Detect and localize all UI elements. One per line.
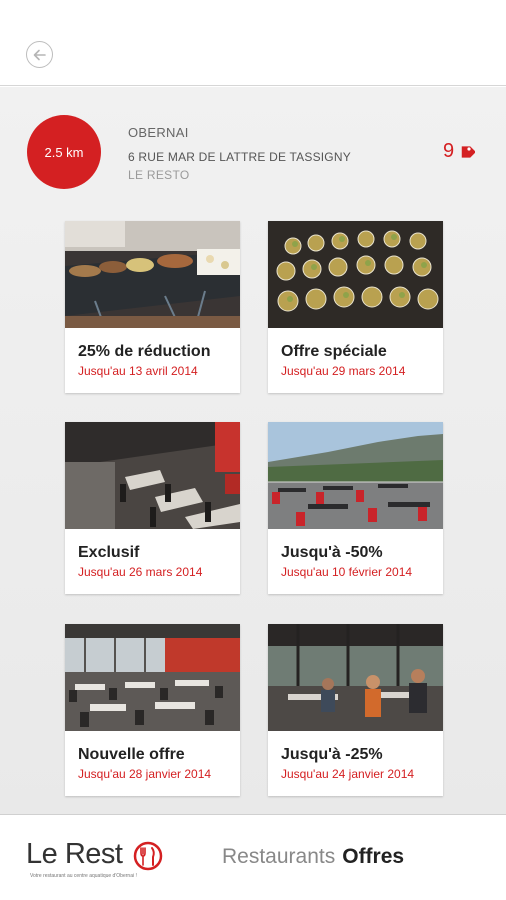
offer-title: Exclusif bbox=[78, 544, 140, 561]
offer-date: Jusqu'au 26 mars 2014 bbox=[78, 565, 203, 579]
fork-knife-logo-icon bbox=[133, 841, 163, 871]
offer-card[interactable]: Offre spéciale Jusqu'au 29 mars 2014 bbox=[268, 221, 443, 393]
offer-title: Nouvelle offre bbox=[78, 746, 185, 763]
back-button[interactable] bbox=[26, 41, 53, 68]
bottom-nav: Restaurants Offres bbox=[222, 845, 404, 869]
top-bar bbox=[0, 0, 506, 86]
offer-title: Jusqu'à -50% bbox=[281, 544, 383, 561]
tag-icon bbox=[461, 145, 476, 158]
buffet-photo bbox=[65, 221, 240, 328]
logo-text: Le Rest bbox=[26, 838, 123, 870]
distance-label: 2.5 km bbox=[44, 144, 84, 160]
restaurant-hall-photo bbox=[65, 624, 240, 731]
offer-card[interactable]: 25% de réduction Jusqu'au 13 avril 2014 bbox=[65, 221, 240, 393]
offer-title: 25% de réduction bbox=[78, 343, 211, 360]
terrace-photo bbox=[268, 422, 443, 529]
offer-card[interactable]: Jusqu'à -25% Jusqu'au 24 janvier 2014 bbox=[268, 624, 443, 796]
logo-tagline: Votre restaurant au centre aquatique d'O… bbox=[30, 873, 137, 879]
dining-room-photo bbox=[65, 422, 240, 529]
nav-offres-tab[interactable]: Offres bbox=[342, 845, 404, 869]
offers-content: 2.5 km OBERNAI 6 RUE MAR DE LATTRE DE TA… bbox=[0, 87, 506, 814]
offer-date: Jusqu'au 13 avril 2014 bbox=[78, 364, 198, 378]
offer-card[interactable]: Jusqu'à -50% Jusqu'au 10 février 2014 bbox=[268, 422, 443, 594]
offer-date: Jusqu'au 24 janvier 2014 bbox=[281, 767, 415, 781]
offer-date: Jusqu'au 29 mars 2014 bbox=[281, 364, 406, 378]
bottom-bar: Le Rest Votre restaurant au centre aquat… bbox=[0, 814, 506, 900]
restaurant-address: 6 RUE MAR DE LATTRE DE TASSIGNY bbox=[128, 150, 351, 164]
offer-date: Jusqu'au 10 février 2014 bbox=[281, 565, 413, 579]
distance-badge: 2.5 km bbox=[27, 115, 101, 189]
offer-card[interactable]: Exclusif Jusqu'au 26 mars 2014 bbox=[65, 422, 240, 594]
offer-date: Jusqu'au 28 janvier 2014 bbox=[78, 767, 212, 781]
offer-title: Offre spéciale bbox=[281, 343, 387, 360]
offer-card[interactable]: Nouvelle offre Jusqu'au 28 janvier 2014 bbox=[65, 624, 240, 796]
arrow-left-icon bbox=[33, 49, 46, 60]
restaurant-city: OBERNAI bbox=[128, 125, 189, 140]
le-resto-logo: Le Rest Votre restaurant au centre aquat… bbox=[26, 838, 166, 882]
offer-count-value: 9 bbox=[443, 140, 455, 162]
diners-photo bbox=[268, 624, 443, 731]
offer-title: Jusqu'à -25% bbox=[281, 746, 383, 763]
offer-count-badge[interactable]: 9 bbox=[443, 140, 476, 163]
restaurant-name: LE RESTO bbox=[128, 168, 190, 182]
nav-restaurants-tab[interactable]: Restaurants bbox=[222, 845, 335, 869]
verrines-photo bbox=[268, 221, 443, 328]
